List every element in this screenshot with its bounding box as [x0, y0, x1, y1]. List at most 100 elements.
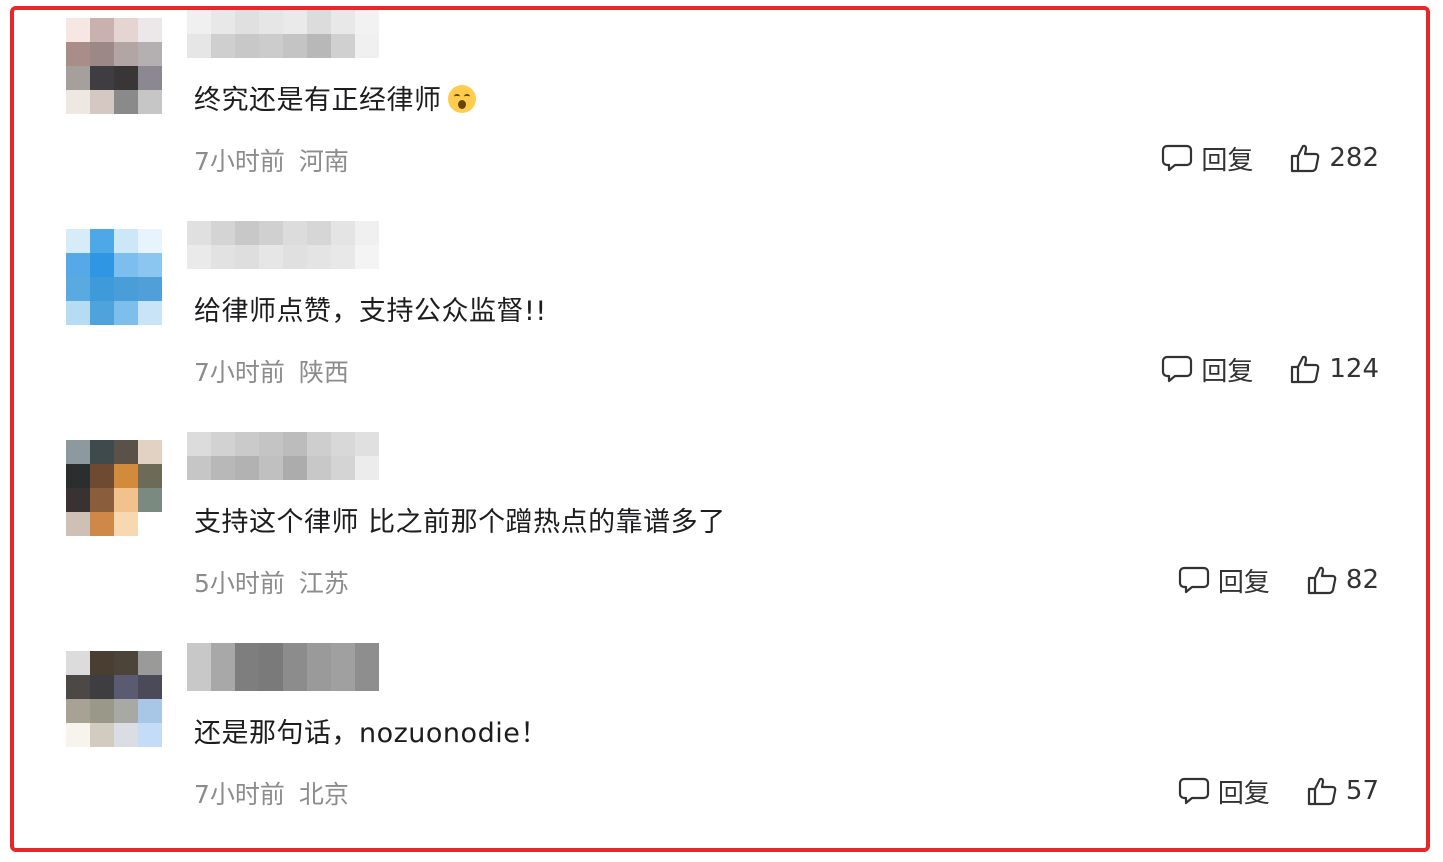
- username-pixel: [187, 456, 211, 480]
- avatar[interactable]: [66, 440, 162, 536]
- avatar-pixel: [90, 42, 114, 66]
- username-pixel: [211, 456, 235, 480]
- avatar-pixel: [66, 675, 90, 699]
- username-pixel: [331, 643, 355, 667]
- avatar-pixel: [114, 699, 138, 723]
- avatar-pixel: [90, 699, 114, 723]
- comment-actions: 回复 282: [1161, 138, 1379, 178]
- like-button[interactable]: 282: [1289, 142, 1379, 174]
- avatar-pixel: [66, 301, 90, 325]
- reply-label: 回复: [1201, 145, 1254, 176]
- avatar[interactable]: [66, 651, 162, 747]
- comment-meta: 7小时前 北京: [194, 775, 349, 811]
- username-pixel: [283, 10, 307, 34]
- username-pixel: [235, 667, 259, 691]
- username-pixel: [259, 221, 283, 245]
- username-pixel: [355, 221, 379, 245]
- avatar-pixel: [66, 699, 90, 723]
- avatar-pixel: [114, 440, 138, 464]
- username-pixel: [307, 432, 331, 456]
- avatar-pixel: [138, 699, 162, 723]
- like-button[interactable]: 57: [1306, 775, 1379, 807]
- comment-item: 给律师点赞，支持公众监督!! 7小时前 陕西 回复 124: [0, 217, 1443, 417]
- username-pixel: [235, 10, 259, 34]
- avatar-pixel: [114, 66, 138, 90]
- avatar-pixel: [90, 253, 114, 277]
- username-pixel: [331, 10, 355, 34]
- username-pixel: [307, 456, 331, 480]
- avatar-pixel: [138, 488, 162, 512]
- avatar-pixel: [66, 440, 90, 464]
- username-pixel: [235, 432, 259, 456]
- avatar-pixel: [66, 253, 90, 277]
- comment-item: 支持这个律师 比之前那个蹭热点的靠谱多了 5小时前 江苏 回复 82: [0, 428, 1443, 628]
- avatar-pixel: [66, 277, 90, 301]
- username-pixel: [331, 456, 355, 480]
- username-pixel: [235, 456, 259, 480]
- comment-time: 7小时前: [194, 780, 285, 809]
- comment-actions: 回复 57: [1178, 771, 1379, 811]
- username-pixel: [259, 10, 283, 34]
- avatar-pixel: [90, 277, 114, 301]
- avatar[interactable]: [66, 18, 162, 114]
- avatar-pixel: [90, 488, 114, 512]
- comment-item: 终究还是有正经律师 7小时前 河南 回复 282: [0, 6, 1443, 206]
- comment-time: 5小时前: [194, 569, 285, 598]
- comment-meta: 5小时前 江苏: [194, 564, 349, 600]
- username-pixel: [307, 221, 331, 245]
- avatar[interactable]: [66, 229, 162, 325]
- username-blurred[interactable]: [187, 643, 379, 691]
- comment-text-content: 还是那句话，nozuonodie！: [194, 718, 548, 749]
- avatar-pixel: [90, 675, 114, 699]
- comment-text: 还是那句话，nozuonodie！: [194, 711, 548, 750]
- username-pixel: [355, 432, 379, 456]
- username-pixel: [259, 34, 283, 58]
- username-pixel: [187, 34, 211, 58]
- username-pixel: [331, 667, 355, 691]
- avatar-pixel: [90, 66, 114, 90]
- comment-meta: 7小时前 河南: [194, 142, 349, 178]
- reply-button[interactable]: 回复: [1161, 351, 1253, 388]
- username-blurred[interactable]: [187, 432, 379, 480]
- avatar-pixel: [138, 675, 162, 699]
- like-count: 57: [1345, 776, 1379, 806]
- username-pixel: [355, 245, 379, 269]
- username-pixel: [259, 456, 283, 480]
- username-pixel: [187, 245, 211, 269]
- avatar-pixel: [66, 66, 90, 90]
- avatar-pixel: [114, 464, 138, 488]
- avatar-pixel: [114, 301, 138, 325]
- username-pixel: [307, 667, 331, 691]
- thumbs-up-icon: [1291, 144, 1320, 173]
- avatar-pixel: [114, 253, 138, 277]
- username-pixel: [187, 667, 211, 691]
- avatar-pixel: [114, 723, 138, 747]
- avatar-pixel: [66, 229, 90, 253]
- avatar-pixel: [114, 18, 138, 42]
- username-pixel: [331, 432, 355, 456]
- like-count: 124: [1329, 354, 1379, 384]
- avatar-pixel: [90, 90, 114, 114]
- like-button[interactable]: 82: [1306, 564, 1379, 596]
- thumbs-up-icon: [1291, 355, 1320, 384]
- username-pixel: [259, 667, 283, 691]
- reply-button[interactable]: 回复: [1178, 562, 1270, 599]
- username-pixel: [235, 221, 259, 245]
- username-blurred[interactable]: [187, 10, 379, 58]
- username-blurred[interactable]: [187, 221, 379, 269]
- reply-button[interactable]: 回复: [1178, 773, 1270, 810]
- username-pixel: [331, 34, 355, 58]
- reply-button[interactable]: 回复: [1161, 140, 1253, 177]
- flushed-face-emoji-icon: [447, 85, 476, 113]
- username-pixel: [307, 10, 331, 34]
- like-button[interactable]: 124: [1289, 353, 1379, 385]
- avatar-pixel: [90, 651, 114, 675]
- comment-location: 陕西: [298, 358, 349, 387]
- username-pixel: [211, 34, 235, 58]
- username-pixel: [211, 432, 235, 456]
- username-pixel: [235, 245, 259, 269]
- comment-location: 江苏: [298, 569, 349, 598]
- username-pixel: [283, 643, 307, 667]
- username-pixel: [331, 245, 355, 269]
- thumbs-up-icon: [1307, 777, 1337, 806]
